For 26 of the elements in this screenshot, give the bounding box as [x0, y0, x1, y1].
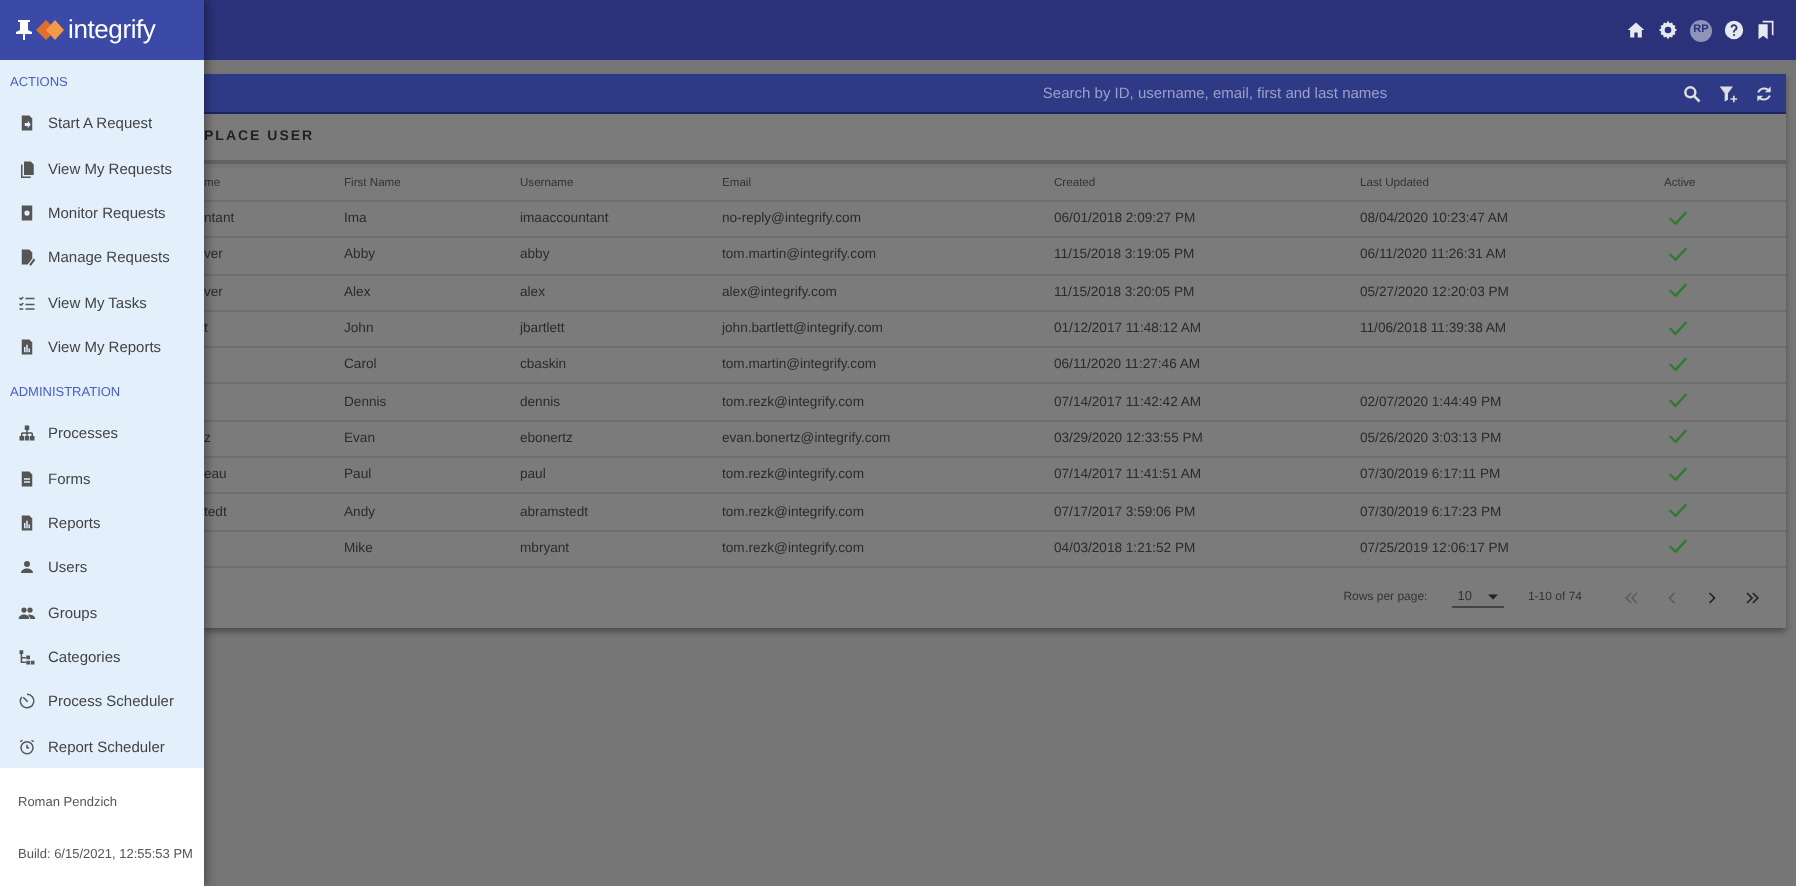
logo-text: integrify	[68, 14, 156, 45]
person-icon	[18, 558, 36, 577]
tree-icon	[18, 648, 36, 667]
search-icon[interactable]	[1682, 83, 1702, 103]
diamond-logo-icon	[36, 17, 64, 42]
clock-icon	[18, 737, 36, 756]
filter-plus-icon[interactable]	[1718, 83, 1738, 103]
file-arrow-icon	[18, 114, 36, 133]
hierarchy-icon	[18, 424, 36, 443]
last-page-icon[interactable]	[1742, 587, 1762, 608]
pin-icon[interactable]	[16, 19, 32, 40]
settings-icon[interactable]	[1658, 20, 1678, 40]
people-icon	[18, 603, 36, 622]
document-icon	[18, 204, 36, 223]
pencil-document-icon	[18, 248, 36, 267]
timer-icon	[18, 692, 36, 711]
document-icon	[18, 469, 36, 488]
caret-icon[interactable]	[1487, 593, 1498, 600]
home-icon[interactable]	[1626, 20, 1646, 40]
checklist-icon	[18, 293, 36, 312]
documents-icon	[18, 159, 36, 178]
report-icon	[18, 338, 36, 357]
bookmarks-icon[interactable]	[1756, 20, 1776, 40]
help-icon[interactable]	[1724, 20, 1744, 40]
report-icon	[18, 514, 36, 533]
refresh-icon[interactable]	[1754, 83, 1774, 103]
